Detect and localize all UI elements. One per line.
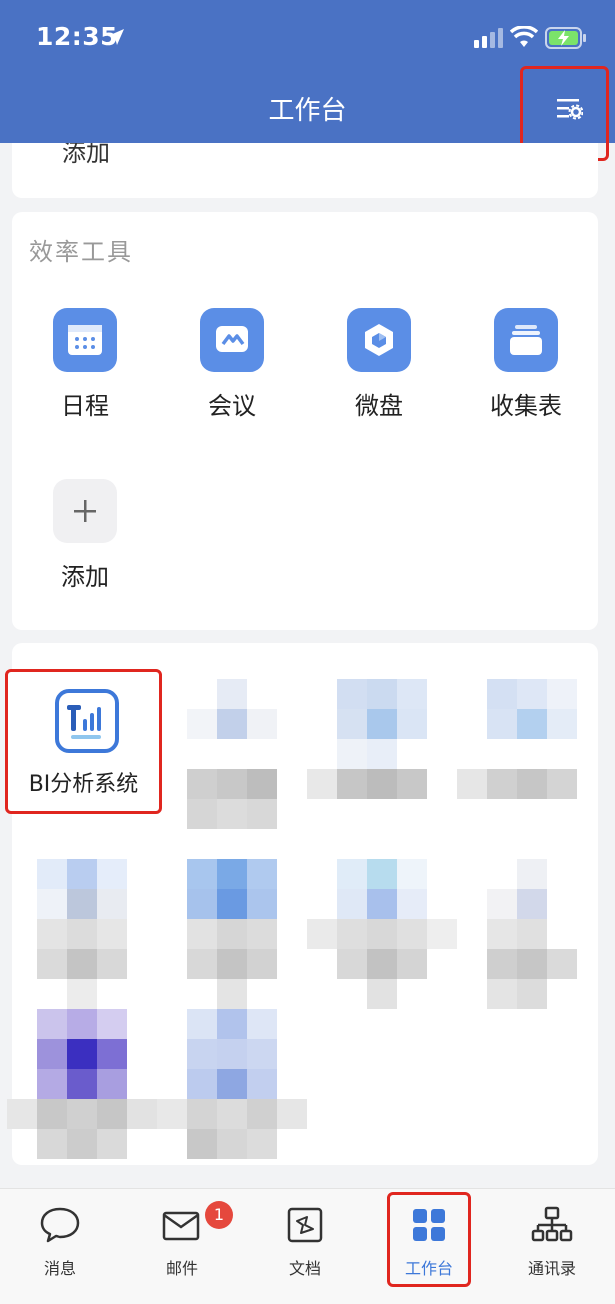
bottom-tab-bar: 消息 1 邮件 文档 工作台 通讯录 xyxy=(0,1188,615,1304)
tab-documents[interactable]: 文档 xyxy=(250,1189,360,1289)
bi-chart-icon xyxy=(55,689,119,753)
tab-contacts[interactable]: 通讯录 xyxy=(497,1189,607,1289)
chat-bubble-icon xyxy=(40,1207,80,1243)
mail-icon xyxy=(162,1211,200,1241)
document-icon xyxy=(287,1207,323,1243)
bi-analysis-app[interactable]: BI分析系统 xyxy=(5,669,162,814)
tab-workbench-highlight xyxy=(387,1192,471,1287)
tab-mail[interactable]: 1 邮件 xyxy=(127,1189,237,1289)
unread-badge: 1 xyxy=(205,1201,233,1229)
app-label: BI分析系统 xyxy=(28,772,139,797)
tab-label: 文档 xyxy=(288,1259,321,1278)
tab-messages[interactable]: 消息 xyxy=(5,1189,115,1289)
tab-label: 通讯录 xyxy=(527,1259,576,1278)
org-chart-icon xyxy=(531,1206,573,1242)
tab-label: 邮件 xyxy=(165,1259,198,1278)
pixelated-apps-area xyxy=(0,0,615,1304)
tab-label: 消息 xyxy=(43,1259,76,1278)
